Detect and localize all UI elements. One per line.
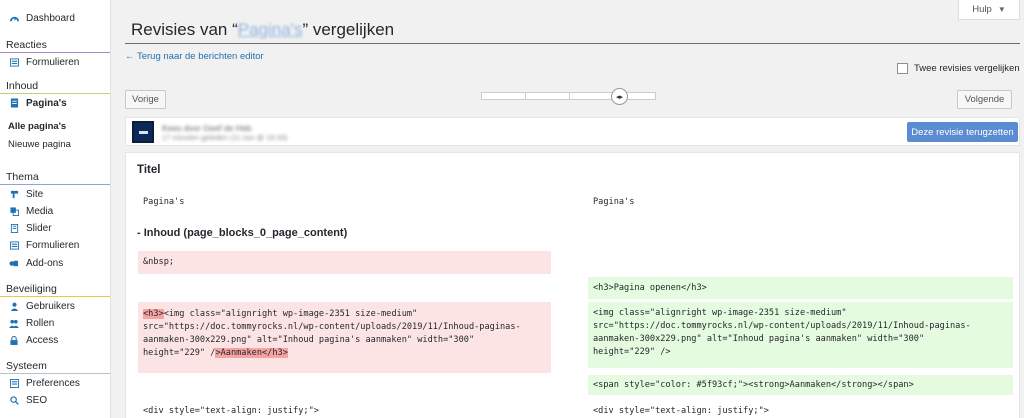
title-suffix: ” vergelijken <box>302 20 395 39</box>
users-icon <box>9 318 19 328</box>
sidebar-item-label: Dashboard <box>26 12 75 24</box>
revision-meta-bar: Kees door Geef de Heb 17 minuten geleden… <box>125 117 1020 146</box>
deleted-text: &nbsp; <box>143 257 175 267</box>
deleted-highlight: <h3> <box>143 309 164 319</box>
title-new-value: Pagina's <box>593 197 635 207</box>
sidebar-item-label: Add-ons <box>26 257 64 269</box>
compare-label: Twee revisies vergelijken <box>914 63 1020 74</box>
sidebar-item-seo[interactable]: SEO <box>0 393 110 407</box>
diff-panel: Titel Pagina's Pagina's - Inhoud (page_b… <box>125 152 1020 418</box>
deleted-segment: src="https://doc.tommyrocks.nl/wp-conten… <box>143 322 521 332</box>
diff-field-content: - Inhoud (page_blocks_0_page_content) <box>137 227 348 239</box>
previous-button[interactable]: Vorige <box>125 90 166 109</box>
sidebar-item-access[interactable]: Access <box>0 333 110 347</box>
inserted-line: <h3>Pagina openen</h3> <box>588 277 1013 299</box>
title-divider <box>125 43 1020 44</box>
sidebar-item-label: Site <box>26 188 44 200</box>
sidebar-sub-alle-paginas[interactable]: Alle pagina's <box>8 121 66 132</box>
sidebar-item-gebruikers[interactable]: Gebruikers <box>0 299 110 313</box>
sidebar-item-media[interactable]: Media <box>0 204 110 218</box>
sidebar-item-slider[interactable]: Slider <box>0 221 110 235</box>
deleted-segment: <img class="alignright wp-image-2351 siz… <box>163 309 418 319</box>
slider-tick <box>525 93 526 99</box>
sidebar-item-label: Slider <box>26 222 52 234</box>
back-to-editor-link[interactable]: ← Terug naar de berichten editor <box>125 51 264 62</box>
title-prefix: Revisies van “ <box>131 20 238 39</box>
sidebar-item-preferences[interactable]: Preferences <box>0 376 110 390</box>
revision-slider[interactable]: ◂▸ <box>481 88 656 105</box>
inserted-line: <span style="color: #5f93cf;"><strong>Aa… <box>588 375 1013 395</box>
inserted-text: <span style="color: #5f93cf;"><strong>Aa… <box>593 380 914 390</box>
sidebar-item-add-ons[interactable]: Add-ons <box>0 256 110 270</box>
deleted-text: <h3><img class="alignright wp-image-2351… <box>143 308 521 360</box>
inserted-text: <img class="alignright wp-image-2351 siz… <box>593 308 971 357</box>
slider-handle[interactable]: ◂▸ <box>611 88 628 105</box>
sidebar-item-label: Pagina's <box>26 97 67 109</box>
diff-field-title: Titel <box>137 164 161 176</box>
sidebar-item-label: Gebruikers <box>26 300 75 312</box>
form-icon <box>9 57 19 67</box>
dashboard-icon <box>9 13 19 23</box>
sidebar-item-label: Preferences <box>26 377 80 389</box>
section-inhoud: Inhoud <box>0 77 110 94</box>
section-systeem: Systeem <box>0 357 110 374</box>
media-icon <box>9 206 19 216</box>
sidebar-item-thema-formulieren[interactable]: Formulieren <box>0 238 110 252</box>
sidebar-item-rollen[interactable]: Rollen <box>0 316 110 330</box>
deleted-segment: aanmaken-300x229.png" alt="Inhoud pagina… <box>143 335 475 345</box>
search-icon <box>9 395 19 405</box>
sidebar-item-dashboard[interactable]: Dashboard <box>0 11 110 25</box>
sidebar-item-reacties-formulieren[interactable]: Formulieren <box>0 55 110 69</box>
deleted-block: <h3><img class="alignright wp-image-2351… <box>138 302 551 373</box>
slider-icon <box>9 223 19 233</box>
user-icon <box>9 301 19 311</box>
section-beveiliging: Beveiliging <box>0 280 110 297</box>
unchanged-line-left: <div style="text-align: justify;"> <box>143 406 319 416</box>
sidebar-item-paginas[interactable]: Pagina's <box>0 96 110 110</box>
sidebar-item-label: Media <box>26 205 54 217</box>
avatar <box>132 121 154 143</box>
page-icon <box>9 98 19 108</box>
sidebar-item-label: SEO <box>26 394 48 406</box>
brush-icon <box>9 189 19 199</box>
deleted-line: &nbsp; <box>138 251 551 274</box>
sidebar-item-label: Formulieren <box>26 56 80 68</box>
lock-icon <box>9 335 19 345</box>
page-title: Revisies van “Pagina's” vergelijken <box>131 20 394 40</box>
revision-time: 17 minuten geleden (11 nov @ 16:33) <box>162 133 288 142</box>
deleted-highlight: >Aanmaken</h3> <box>215 348 288 358</box>
inserted-text: <h3>Pagina openen</h3> <box>593 283 707 293</box>
title-old-value: Pagina's <box>143 197 185 207</box>
help-button[interactable]: Hulp ▼ <box>958 0 1020 20</box>
compare-checkbox[interactable] <box>897 63 908 74</box>
compare-two-revisions[interactable]: Twee revisies vergelijken <box>897 63 1020 74</box>
sidebar-item-site[interactable]: Site <box>0 187 110 201</box>
section-reacties: Reacties <box>0 36 110 53</box>
revision-author: Kees door Geef de Heb <box>162 123 252 133</box>
plugin-icon <box>9 258 19 268</box>
title-page-link[interactable]: Pagina's <box>238 20 303 39</box>
admin-sidebar: Dashboard Reacties Formulieren Inhoud Pa… <box>0 0 111 418</box>
section-thema: Thema <box>0 168 110 185</box>
sidebar-item-label: Formulieren <box>26 239 80 251</box>
sidebar-item-label: Access <box>26 334 59 346</box>
unchanged-line-right: <div style="text-align: justify;"> <box>593 406 769 416</box>
restore-revision-button[interactable]: Deze revisie terugzetten <box>907 122 1018 142</box>
next-button[interactable]: Volgende <box>957 90 1012 109</box>
main-content: Hulp ▼ Revisies van “Pagina's” vergelijk… <box>111 0 1024 418</box>
caret-down-icon: ▼ <box>997 5 1006 14</box>
settings-icon <box>9 378 19 388</box>
deleted-segment: height="229" / <box>143 348 216 358</box>
sidebar-item-label: Rollen <box>26 317 55 329</box>
inserted-block: <img class="alignright wp-image-2351 siz… <box>588 302 1013 368</box>
help-label: Hulp <box>972 4 992 15</box>
form-icon <box>9 240 19 250</box>
slider-tick <box>569 93 570 99</box>
sidebar-sub-nieuwe-pagina[interactable]: Nieuwe pagina <box>8 139 71 150</box>
